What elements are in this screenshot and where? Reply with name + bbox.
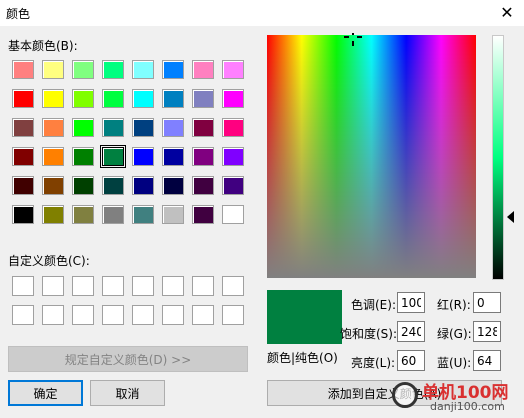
custom-color-slot[interactable] bbox=[102, 276, 124, 296]
red-label: 红(R): bbox=[437, 298, 471, 312]
basic-color-swatch[interactable] bbox=[12, 89, 34, 108]
basic-color-swatch[interactable] bbox=[72, 205, 94, 224]
basic-color-swatch[interactable] bbox=[132, 205, 154, 224]
basic-color-swatch[interactable] bbox=[192, 205, 214, 224]
custom-color-slot[interactable] bbox=[72, 305, 94, 325]
basic-color-swatch[interactable] bbox=[72, 60, 94, 79]
basic-color-swatch[interactable] bbox=[42, 118, 64, 137]
custom-color-slot[interactable] bbox=[192, 305, 214, 325]
basic-color-swatch[interactable] bbox=[222, 60, 244, 79]
basic-colors-label: 基本颜色(B): bbox=[8, 39, 78, 53]
basic-color-swatch[interactable] bbox=[12, 176, 34, 195]
window-title: 颜色 bbox=[6, 7, 31, 21]
custom-color-slot[interactable] bbox=[192, 276, 214, 296]
basic-color-swatch[interactable] bbox=[162, 89, 184, 108]
lum-field[interactable] bbox=[397, 350, 425, 371]
custom-color-slot[interactable] bbox=[12, 305, 34, 325]
custom-color-slot[interactable] bbox=[42, 305, 64, 325]
basic-color-swatch[interactable] bbox=[192, 89, 214, 108]
basic-color-swatch[interactable] bbox=[12, 118, 34, 137]
define-custom-colors-button[interactable]: 规定自定义颜色(D) >> bbox=[8, 346, 248, 372]
red-field[interactable] bbox=[473, 292, 501, 313]
basic-color-swatch[interactable] bbox=[162, 205, 184, 224]
basic-color-swatch[interactable] bbox=[192, 176, 214, 195]
basic-color-swatch[interactable] bbox=[72, 118, 94, 137]
basic-color-swatch[interactable] bbox=[102, 118, 124, 137]
basic-color-swatch[interactable] bbox=[162, 176, 184, 195]
basic-color-swatch[interactable] bbox=[222, 176, 244, 195]
basic-color-swatch[interactable] bbox=[72, 176, 94, 195]
basic-color-swatch[interactable] bbox=[102, 60, 124, 79]
color-spectrum[interactable] bbox=[267, 35, 476, 278]
basic-color-swatch[interactable] bbox=[162, 118, 184, 137]
basic-color-swatch[interactable] bbox=[42, 60, 64, 79]
custom-color-slot[interactable] bbox=[162, 276, 184, 296]
basic-color-swatch[interactable] bbox=[132, 176, 154, 195]
green-field[interactable] bbox=[473, 321, 501, 342]
ok-button[interactable]: 确定 bbox=[8, 380, 83, 406]
custom-color-slot[interactable] bbox=[222, 305, 244, 325]
basic-color-swatch[interactable] bbox=[192, 147, 214, 166]
basic-color-swatch[interactable] bbox=[162, 60, 184, 79]
basic-color-swatch[interactable] bbox=[102, 89, 124, 108]
basic-color-swatch[interactable] bbox=[222, 205, 244, 224]
basic-color-swatch[interactable] bbox=[72, 147, 94, 166]
blue-field[interactable] bbox=[473, 350, 501, 371]
basic-color-swatch[interactable] bbox=[222, 118, 244, 137]
luminance-arrow-icon[interactable] bbox=[507, 211, 514, 223]
watermark-url: danji100.com bbox=[430, 400, 505, 413]
watermark-logo: 单机100网 danji100.com bbox=[392, 376, 524, 418]
close-icon[interactable]: ✕ bbox=[497, 3, 517, 23]
custom-colors-label: 自定义颜色(C): bbox=[8, 254, 90, 268]
basic-color-swatch[interactable] bbox=[42, 176, 64, 195]
basic-color-swatch[interactable] bbox=[12, 205, 34, 224]
basic-color-swatch[interactable] bbox=[132, 118, 154, 137]
basic-color-swatch[interactable] bbox=[102, 176, 124, 195]
crosshair-icon bbox=[344, 33, 362, 46]
custom-color-slot[interactable] bbox=[12, 276, 34, 296]
hue-label: 色调(E): bbox=[351, 298, 396, 312]
basic-color-swatch[interactable] bbox=[12, 147, 34, 166]
custom-color-slot[interactable] bbox=[42, 276, 64, 296]
basic-color-swatch[interactable] bbox=[12, 60, 34, 79]
custom-color-slot[interactable] bbox=[72, 276, 94, 296]
basic-color-swatch[interactable] bbox=[192, 118, 214, 137]
color-preview bbox=[267, 290, 342, 344]
title-bar: 颜色 ✕ bbox=[0, 0, 524, 26]
sat-label: 饱和度(S): bbox=[340, 327, 398, 341]
basic-color-swatch[interactable] bbox=[102, 205, 124, 224]
basic-color-swatch[interactable] bbox=[42, 205, 64, 224]
basic-color-swatch[interactable] bbox=[132, 89, 154, 108]
basic-color-swatch[interactable] bbox=[132, 60, 154, 79]
basic-color-swatch[interactable] bbox=[192, 60, 214, 79]
custom-color-slot[interactable] bbox=[102, 305, 124, 325]
lum-label: 亮度(L): bbox=[351, 356, 396, 370]
basic-color-swatch[interactable] bbox=[162, 147, 184, 166]
custom-color-slot[interactable] bbox=[132, 305, 154, 325]
luminance-slider[interactable] bbox=[492, 35, 504, 280]
basic-color-swatch[interactable] bbox=[72, 89, 94, 108]
blue-label: 蓝(U): bbox=[437, 356, 472, 370]
custom-color-slot[interactable] bbox=[222, 276, 244, 296]
basic-color-swatch[interactable] bbox=[100, 145, 126, 168]
basic-color-swatch[interactable] bbox=[42, 147, 64, 166]
basic-color-swatch[interactable] bbox=[132, 147, 154, 166]
cancel-button[interactable]: 取消 bbox=[90, 380, 165, 406]
custom-color-slot[interactable] bbox=[132, 276, 154, 296]
green-label: 绿(G): bbox=[437, 327, 472, 341]
color-solid-label: 颜色|纯色(O) bbox=[267, 351, 338, 365]
basic-color-swatch[interactable] bbox=[222, 147, 244, 166]
sat-field[interactable] bbox=[397, 321, 425, 342]
custom-color-slot[interactable] bbox=[162, 305, 184, 325]
watermark-circle-icon bbox=[392, 382, 418, 408]
basic-color-swatch[interactable] bbox=[222, 89, 244, 108]
hue-field[interactable] bbox=[397, 292, 425, 313]
basic-color-swatch[interactable] bbox=[42, 89, 64, 108]
